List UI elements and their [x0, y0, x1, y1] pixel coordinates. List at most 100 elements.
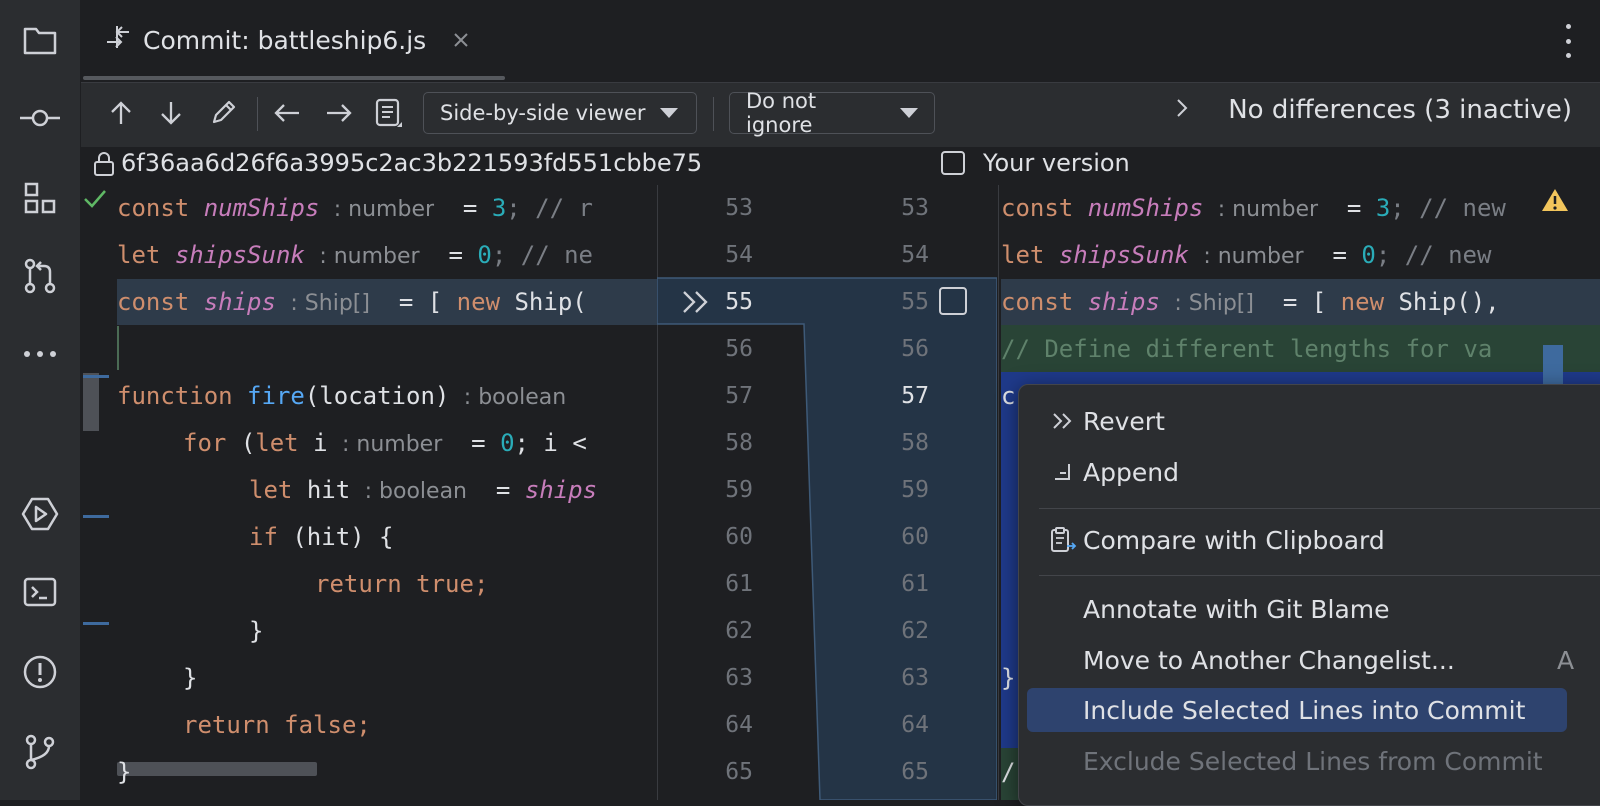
line-number-left: 60: [725, 524, 753, 550]
project-folder-icon[interactable]: [20, 20, 60, 60]
line-number-right: 62: [901, 618, 929, 644]
line-number-left: 53: [725, 195, 753, 221]
editor-tab-bar: Commit: battleship6.js: [81, 0, 1600, 83]
line-number-left: 63: [725, 665, 753, 691]
line-number-left: 64: [725, 712, 753, 738]
include-change-checkbox[interactable]: [939, 287, 967, 315]
chevron-down-icon: [659, 108, 678, 118]
lock-icon: [93, 151, 115, 181]
ignore-whitespace-dropdown[interactable]: Do not ignore: [729, 89, 935, 137]
warning-icon[interactable]: [1541, 187, 1569, 217]
tab-commit-battleship[interactable]: Commit: battleship6.js: [103, 20, 470, 60]
left-code-line: if (hit) {: [249, 523, 394, 551]
menu-item-exclude-selected-lines: Exclude Selected Lines from Commit: [1083, 746, 1543, 776]
toolbar-separator: [713, 97, 714, 131]
inspection-ok-icon: [83, 189, 107, 213]
horizontal-scrollbar[interactable]: [117, 762, 317, 776]
close-tab-icon[interactable]: [452, 26, 470, 55]
menu-separator: [1039, 508, 1600, 509]
line-number-left: 54: [725, 242, 753, 268]
line-number-right: 63: [901, 665, 929, 691]
clipboard-compare-icon: [1043, 526, 1083, 554]
more-options-icon[interactable]: [1556, 24, 1580, 58]
line-number-right: 57: [901, 383, 929, 409]
tab-title: Commit: battleship6.js: [143, 25, 427, 55]
right-code-line: }: [1001, 664, 1016, 692]
left-code-line: let hit : boolean = ships: [249, 476, 598, 504]
line-number-right: 53: [901, 195, 929, 221]
run-icon[interactable]: [20, 494, 60, 534]
context-menu: Revert Append Compare with Clipboard Ann…: [1018, 384, 1600, 806]
line-number-left: 61: [725, 571, 753, 597]
ignore-mode-label: Do not ignore: [746, 89, 817, 137]
tab-scroll-indicator[interactable]: [83, 76, 505, 80]
right-code-line: c: [1001, 382, 1016, 410]
line-number-left: 59: [725, 477, 753, 503]
line-number-right: 55: [901, 289, 929, 315]
left-scroll-marker[interactable]: [83, 373, 99, 431]
line-number-right: 64: [901, 712, 929, 738]
viewer-mode-dropdown[interactable]: Side-by-side viewer: [423, 92, 697, 134]
right-code-line: const ships : Ship[] = [ new Ship(),: [1001, 288, 1500, 316]
left-modified-marker: [83, 622, 109, 625]
right-code-line: // Define different lengths for va: [1001, 335, 1493, 363]
line-number-left: 62: [725, 618, 753, 644]
viewer-mode-label: Side-by-side viewer: [440, 101, 646, 125]
pull-requests-icon[interactable]: [20, 256, 60, 296]
more-tools-icon[interactable]: [20, 334, 60, 374]
line-number-right: 60: [901, 524, 929, 550]
diff-header: 6f36aa6d26f6a3995c2ac3b221593fd551cbbe75…: [81, 147, 1600, 185]
terminal-icon[interactable]: [20, 572, 60, 612]
next-file-button[interactable]: [321, 95, 357, 131]
left-change-marker: [117, 326, 119, 370]
git-branch-icon[interactable]: [20, 732, 60, 772]
line-number-right: 61: [901, 571, 929, 597]
menu-item-compare-clipboard[interactable]: Compare with Clipboard: [1019, 518, 1600, 562]
tool-window-sidebar: [0, 0, 81, 800]
left-modified-marker: [83, 515, 109, 518]
line-number-right: 59: [901, 477, 929, 503]
line-number-left: 55: [725, 289, 753, 315]
problems-icon[interactable]: [20, 652, 60, 692]
next-difference-button[interactable]: [153, 95, 189, 131]
your-version-checkbox[interactable]: [941, 151, 965, 175]
your-version-label: Your version: [983, 149, 1130, 177]
line-number-right: 65: [901, 759, 929, 785]
right-scroll-thumb[interactable]: [1543, 345, 1563, 385]
left-code-line: const ships : Ship[] = [ new Ship(: [117, 288, 587, 316]
menu-separator: [1039, 575, 1600, 576]
commit-icon[interactable]: [20, 98, 60, 138]
previous-file-button[interactable]: [269, 95, 305, 131]
left-code-line: }: [117, 758, 132, 786]
chevron-down-icon: [900, 108, 918, 118]
right-code-line: const numShips : number = 3; // new: [1001, 194, 1506, 222]
previous-difference-button[interactable]: [103, 95, 139, 131]
line-number-left: 58: [725, 430, 753, 456]
file-list-icon[interactable]: [371, 95, 407, 131]
revert-icon: [1043, 411, 1083, 431]
menu-item-revert[interactable]: Revert: [1019, 399, 1600, 443]
structure-icon[interactable]: [20, 178, 60, 218]
menu-item-annotate-git-blame[interactable]: Annotate with Git Blame: [1019, 587, 1600, 631]
line-number-left: 56: [725, 336, 753, 362]
edit-source-button[interactable]: [205, 95, 241, 131]
diff-toolbar: Side-by-side viewer Do not ignore No dif…: [81, 83, 1600, 147]
menu-item-append[interactable]: Append: [1019, 450, 1600, 494]
menu-item-include-selected-lines[interactable]: Include Selected Lines into Commit: [1027, 688, 1567, 732]
left-code-line: function fire(location) : boolean: [117, 382, 567, 410]
left-code-line: }: [249, 617, 264, 645]
right-code-line: let shipsSunk : number = 0; // new: [1001, 241, 1492, 269]
left-modified-marker: [83, 375, 109, 378]
diff-status-text: No differences (3 inactive): [1228, 95, 1572, 125]
diff-status: No differences (3 inactive): [1176, 95, 1572, 125]
toolbar-separator: [257, 97, 258, 131]
left-code-line: return true;: [315, 570, 489, 598]
menu-item-move-changelist[interactable]: Move to Another Changelist... A: [1019, 638, 1600, 682]
right-code-line: /: [1001, 758, 1016, 786]
line-number-right: 54: [901, 242, 929, 268]
line-number-left: 65: [725, 759, 753, 785]
diff-tab-icon: [103, 22, 133, 58]
chevron-right-icon[interactable]: [1176, 95, 1188, 125]
line-number-right: 58: [901, 430, 929, 456]
left-code-line: let shipsSunk : number = 0; // ne: [117, 241, 593, 269]
